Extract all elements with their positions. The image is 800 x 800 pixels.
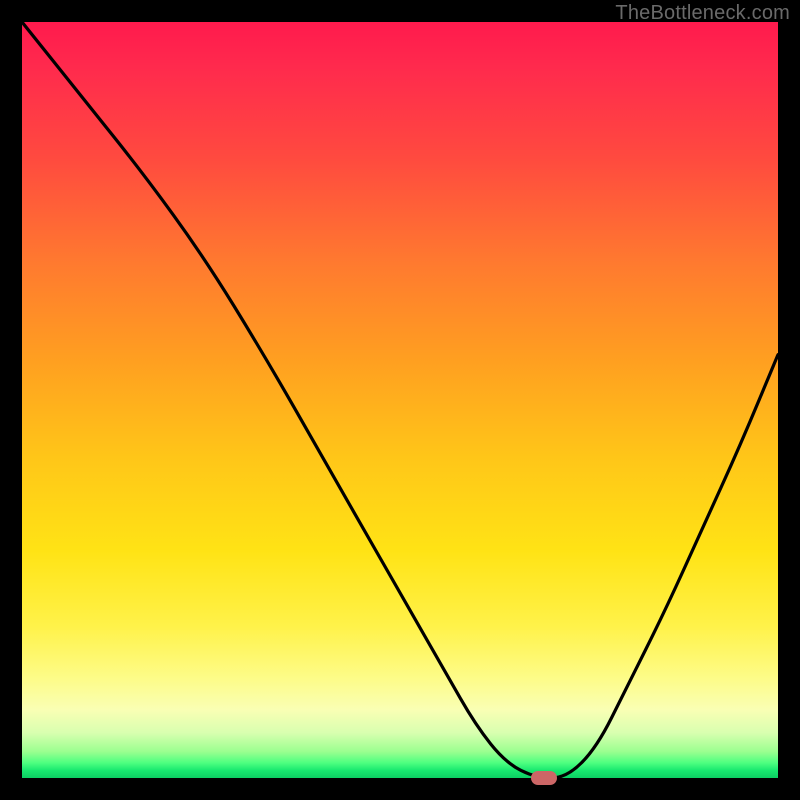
bottleneck-curve [22, 22, 778, 778]
plot-area [22, 22, 778, 778]
optimal-point-marker [531, 771, 557, 785]
watermark-text: TheBottleneck.com [615, 2, 790, 25]
chart-frame: TheBottleneck.com [0, 0, 800, 800]
